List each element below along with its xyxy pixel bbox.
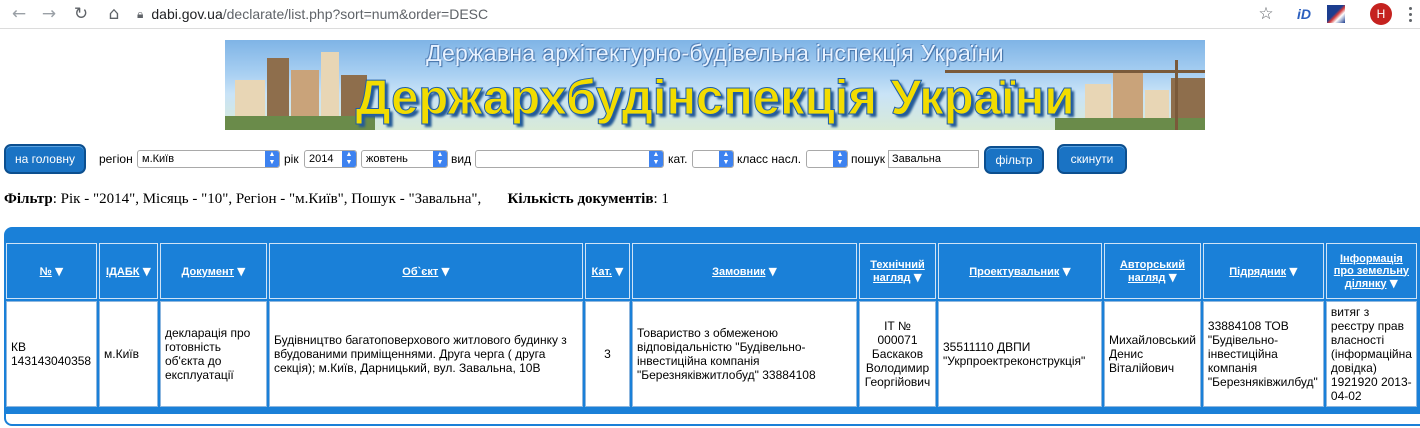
chevron-updown-icon: ▲ ▼ [265, 151, 279, 167]
document-count-value: : 1 [653, 191, 669, 207]
extension-flag-icon[interactable] [1327, 5, 1345, 23]
chevron-updown-icon: ▲ ▼ [833, 151, 847, 167]
sort-desc-icon: ▼ [913, 270, 922, 284]
url-domain: dabi.gov.ua [151, 6, 223, 22]
class-select[interactable]: ▲ ▼ [806, 150, 848, 168]
sort-desc-icon: ▼ [1289, 264, 1298, 278]
browser-menu-icon[interactable] [1404, 3, 1416, 25]
chevron-updown-icon: ▲ ▼ [433, 151, 447, 167]
column-header-document[interactable]: Документ ▼ [160, 243, 267, 299]
results-table: № ▼ ІДАБК ▼ Документ ▼ Об`єкт ▼ Кат. ▼ Замовн… [4, 241, 1419, 409]
reset-button[interactable]: скинути [1057, 144, 1127, 174]
filter-summary-text: : Рік - "2014", Місяць - "10", Регіон - … [52, 191, 482, 207]
table-row: КВ 143143040358 м.Київ декларація про го… [6, 301, 1417, 407]
site-banner: Державна архітектурно-будівельна інспекц… [225, 40, 1205, 130]
class-label: класс насл. [737, 152, 802, 166]
sort-desc-icon: ▼ [768, 264, 777, 278]
home-button[interactable]: на головну [4, 144, 86, 174]
forward-arrow-icon[interactable]: → [38, 3, 60, 25]
cell-num: КВ 143143040358 [6, 301, 97, 407]
column-header-designer[interactable]: Проектувальник ▼ [938, 243, 1102, 299]
column-header-object[interactable]: Об`єкт ▼ [269, 243, 583, 299]
chevron-updown-icon: ▲ ▼ [719, 151, 733, 167]
month-select[interactable]: жовтень ▲ ▼ [361, 150, 448, 168]
banner-subtitle: Державна архітектурно-будівельна інспекц… [426, 40, 1004, 66]
column-header-idabk[interactable]: ІДАБК ▼ [99, 243, 158, 299]
chevron-updown-icon: ▲ ▼ [649, 151, 663, 167]
cell-document: декларація про готовність об'єкта до екс… [160, 301, 267, 407]
cell-category: 3 [585, 301, 630, 407]
table-header-row: № ▼ ІДАБК ▼ Документ ▼ Об`єкт ▼ Кат. ▼ Замовн… [6, 243, 1417, 299]
category-label: кат. [668, 152, 688, 166]
column-header-tech-supervision[interactable]: Технічний нагляд ▼ [859, 243, 936, 299]
home-icon[interactable]: ⌂ [103, 3, 125, 25]
cell-tech-supervision: ІТ № 000071 Баскаков Володимир Георгійов… [859, 301, 936, 407]
address-bar[interactable]: 🔒︎ dabi.gov.ua/declarate/list.php?sort=n… [137, 3, 488, 25]
cell-object: Будівництво багатоповерхового житлового … [269, 301, 583, 407]
month-select-value: жовтень [366, 153, 408, 165]
year-label: рік [284, 152, 299, 166]
cell-contractor: 33884108 ТОВ "Будівельно-інвестиційна ко… [1202, 301, 1324, 407]
cell-land-info: витяг з реєстру прав власності (інформац… [1325, 301, 1417, 407]
type-label: вид [451, 152, 472, 166]
year-select[interactable]: 2014 ▲ ▼ [304, 150, 357, 168]
profile-avatar[interactable]: H [1370, 3, 1392, 25]
region-select[interactable]: м.Київ ▲ ▼ [137, 150, 280, 168]
search-input[interactable]: Завальна [888, 150, 979, 168]
banner-title: Держархбудінспекція України [355, 71, 1075, 126]
sort-desc-icon: ▼ [237, 264, 246, 278]
column-header-num[interactable]: № ▼ [6, 243, 97, 299]
category-select[interactable]: ▲ ▼ [692, 150, 734, 168]
lock-icon: 🔒︎ [137, 6, 144, 21]
type-select[interactable]: ▲ ▼ [475, 150, 664, 168]
browser-toolbar: ← → ↻ ⌂ 🔒︎ dabi.gov.ua/declarate/list.ph… [0, 0, 1420, 29]
sort-desc-icon: ▼ [142, 264, 151, 278]
cell-idabk: м.Київ [99, 301, 158, 407]
sort-desc-icon: ▼ [441, 264, 450, 278]
sort-desc-icon: ▼ [1389, 276, 1398, 290]
column-header-contractor[interactable]: Підрядник ▼ [1202, 243, 1324, 299]
sort-desc-icon: ▼ [614, 264, 624, 278]
cell-author-supervision: Михайловський Денис Віталійович [1104, 301, 1201, 407]
cell-customer: Товариство з обмеженою відповідальністю … [632, 301, 857, 407]
region-select-value: м.Київ [142, 153, 175, 165]
bookmark-star-icon[interactable]: ☆ [1256, 3, 1276, 25]
results-table-bottom [4, 414, 1420, 426]
sort-desc-icon: ▼ [1168, 270, 1177, 284]
search-label: пошук [851, 152, 886, 166]
extension-id-icon[interactable]: iD [1293, 5, 1315, 23]
reload-icon[interactable]: ↻ [70, 3, 92, 25]
filter-summary: Фільтр: Рік - "2014", Місяць - "10", Рег… [4, 190, 904, 208]
year-select-value: 2014 [309, 153, 334, 165]
column-header-land-info[interactable]: Інформація про земельну ділянку ▼ [1325, 243, 1417, 299]
url-path: /declarate/list.php?sort=num&order=DESC [222, 6, 489, 22]
filter-summary-label: Фільтр [4, 191, 53, 207]
sort-desc-icon: ▼ [54, 264, 64, 278]
document-count-label: Кількість документів [507, 191, 654, 207]
filter-button[interactable]: фільтр [984, 146, 1044, 174]
cell-designer: 35511110 ДВПИ "Укрпроектреконструкція" [938, 301, 1102, 407]
column-header-category[interactable]: Кат. ▼ [585, 243, 630, 299]
column-header-author-supervision[interactable]: Авторський нагляд ▼ [1104, 243, 1201, 299]
region-label: регіон [99, 152, 133, 166]
column-header-customer[interactable]: Замовник ▼ [632, 243, 857, 299]
sort-desc-icon: ▼ [1062, 264, 1071, 278]
chevron-updown-icon: ▲ ▼ [342, 151, 356, 167]
back-arrow-icon[interactable]: ← [8, 3, 30, 25]
